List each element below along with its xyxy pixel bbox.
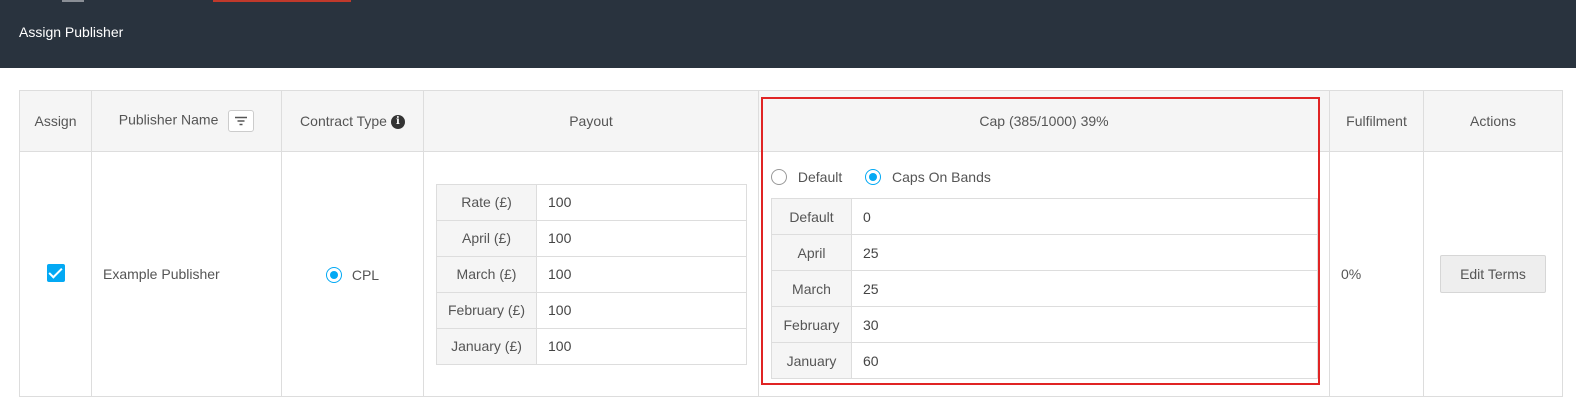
payout-input[interactable]: 100	[536, 183, 747, 221]
cap-row: April 25	[771, 234, 1318, 271]
payout-label: January (£)	[436, 327, 537, 365]
col-header-actions: Actions	[1423, 90, 1563, 152]
contract-type-label: CPL	[351, 266, 380, 283]
filter-icon[interactable]	[228, 110, 255, 132]
payout-row: January (£) 100	[436, 327, 747, 365]
col-header-assign: Assign	[19, 90, 92, 152]
cap-cell: Default Caps On Bands Default 0 April 25 M…	[758, 151, 1330, 397]
tab-indicator	[62, 0, 84, 2]
fulfilment-cell: 0%	[1329, 151, 1424, 397]
payout-row: April (£) 100	[436, 219, 747, 257]
top-bar: Assign Publisher	[0, 0, 1576, 68]
cap-row: March 25	[771, 270, 1318, 307]
cap-input[interactable]: 30	[851, 306, 1318, 343]
payout-input[interactable]: 100	[536, 327, 747, 365]
active-tab-indicator	[213, 0, 351, 2]
cap-mode-options: Default Caps On Bands	[771, 168, 1318, 192]
cap-label: April	[771, 234, 852, 271]
cap-label: February	[771, 306, 852, 343]
payout-label: March (£)	[436, 255, 537, 293]
table-row: Example Publisher CPL Rate (£) 100 April …	[19, 151, 1563, 397]
caps-table: Default 0 April 25 March 25 February 30 Janu…	[771, 198, 1318, 379]
cap-mode-label-default: Default	[797, 169, 843, 186]
col-header-cap: Cap (385/1000) 39%	[758, 90, 1330, 152]
page-title: Assign Publisher	[19, 24, 124, 40]
contract-type-radio-cpl[interactable]	[325, 266, 342, 283]
cap-input[interactable]: 25	[851, 270, 1318, 307]
cap-mode-label-caps-on-bands: Caps On Bands	[892, 169, 991, 186]
payout-row: February (£) 100	[436, 291, 747, 329]
cap-label: March	[771, 270, 852, 307]
cap-mode-radio-default[interactable]	[771, 169, 787, 186]
edit-terms-button[interactable]: Edit Terms	[1440, 255, 1546, 293]
col-header-contract-type-label: Contract Type	[300, 112, 387, 129]
table-header-row: Assign Publisher Name Contract Type i Pay…	[19, 90, 1563, 152]
col-header-payout: Payout	[423, 90, 759, 152]
col-header-publisher-name-label: Publisher Name	[118, 111, 219, 128]
payout-table: Rate (£) 100 April (£) 100 March (£) 100 Fe…	[436, 183, 747, 365]
payout-input[interactable]: 100	[536, 219, 747, 257]
cap-input[interactable]: 60	[851, 342, 1318, 379]
payout-input[interactable]: 100	[536, 291, 747, 329]
contract-type-cell: CPL	[281, 151, 424, 397]
payout-cell: Rate (£) 100 April (£) 100 March (£) 100 Fe…	[423, 151, 759, 397]
info-icon[interactable]: i	[390, 115, 405, 130]
cap-row: Default 0	[771, 198, 1318, 235]
col-header-contract-type: Contract Type i	[281, 90, 424, 152]
cap-input[interactable]: 25	[851, 234, 1318, 271]
assign-cell	[19, 151, 92, 397]
cap-label: January	[771, 342, 852, 379]
actions-cell: Edit Terms	[1423, 151, 1563, 397]
assign-checkbox[interactable]	[46, 263, 65, 282]
publisher-table: Assign Publisher Name Contract Type i Pay…	[19, 90, 1563, 397]
payout-input[interactable]: 100	[536, 255, 747, 293]
payout-row: Rate (£) 100	[436, 183, 747, 221]
cap-mode-radio-caps-on-bands[interactable]	[865, 169, 882, 186]
col-header-publisher-name: Publisher Name	[91, 90, 282, 152]
publisher-name-cell: Example Publisher	[91, 151, 282, 397]
filter-lines-icon	[235, 116, 248, 126]
cap-input[interactable]: 0	[851, 198, 1318, 235]
payout-row: March (£) 100	[436, 255, 747, 293]
cap-row: February 30	[771, 306, 1318, 343]
cap-label: Default	[771, 198, 852, 235]
payout-label: April (£)	[436, 219, 537, 257]
payout-label: February (£)	[436, 291, 537, 329]
payout-label: Rate (£)	[436, 183, 537, 221]
col-header-fulfilment: Fulfilment	[1329, 90, 1424, 152]
cap-row: January 60	[771, 342, 1318, 379]
